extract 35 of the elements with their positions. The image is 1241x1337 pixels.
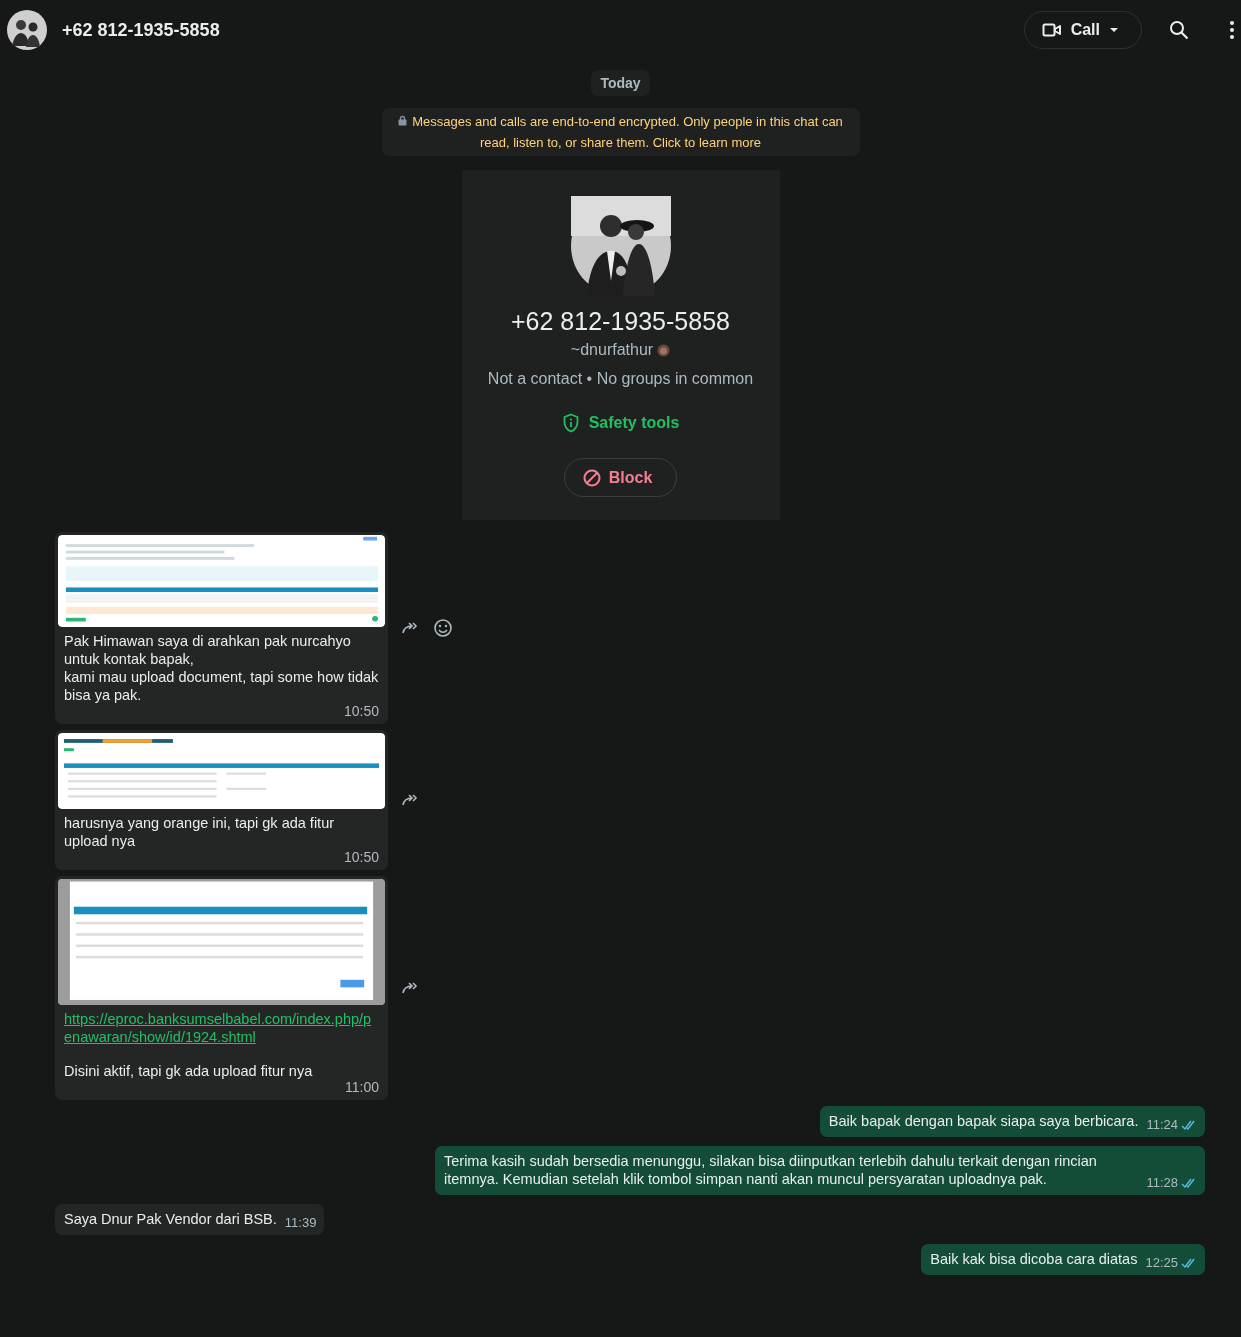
message-text: Disini aktif, tapi gk ada upload fitur nya: [64, 1062, 314, 1080]
search-icon[interactable]: [1169, 20, 1189, 40]
emoji-icon: [657, 343, 671, 357]
forward-icon[interactable]: [401, 981, 419, 995]
message-text: Baik kak bisa dicoba cara diatas: [930, 1250, 1138, 1268]
forward-icon[interactable]: [401, 621, 419, 635]
video-camera-icon: [1041, 22, 1062, 38]
caret-icon: [1109, 27, 1119, 33]
forward-icon[interactable]: [401, 793, 419, 807]
lock-icon: [398, 115, 408, 126]
message-time: 11:24: [1146, 1116, 1178, 1134]
message-time: 11:28: [1146, 1174, 1178, 1192]
contact-phone: +62 812-1935-5858: [511, 307, 730, 336]
message-time: 11:00: [345, 1078, 379, 1096]
block-icon: [582, 468, 601, 487]
message-text: harusnya yang orange ini, tapi gk ada fitur upload nya: [64, 814, 336, 850]
message-time: 10:50: [343, 848, 379, 866]
menu-icon[interactable]: [1229, 20, 1235, 40]
message-link[interactable]: https://eproc.banksumselbabel.com/index.php/penawaran/show/id/1924.shtml: [64, 1010, 379, 1046]
message-text: Pak Himawan saya di arahkan pak nurcahyo untuk kontak bapak, kami mau upload document, tapi some how tidak bisa ya pak.: [64, 632, 379, 704]
emoji-icon[interactable]: [433, 618, 453, 638]
message-text: Baik bapak dengan bapak siapa saya berbicara.: [828, 1112, 1139, 1130]
encryption-notice[interactable]: Messages and calls are end-to-end encrypted. Only people in this chat can read, listen to, or share them. Click to learn more: [381, 108, 860, 156]
avatar-icon[interactable]: [7, 10, 47, 50]
contact-title: +62 812-1935-5858: [62, 19, 220, 41]
message-time: 10:50: [343, 702, 379, 720]
contact-username: ~dnurfathur: [570, 341, 671, 359]
message-text: Saya Dnur Pak Vendor dari BSB.: [64, 1210, 277, 1228]
date-chip: Today: [591, 70, 650, 96]
shield-icon: [561, 413, 580, 433]
message-time: 12:25: [1145, 1254, 1178, 1272]
safety-tools-button[interactable]: Safety tools: [555, 412, 686, 434]
message-time: 11:39: [284, 1214, 317, 1232]
contact-status: Not a contact • No groups in common: [487, 370, 754, 388]
message-text: Terima kasih sudah bersedia menunggu, silakan bisa diinputkan terlebih dahulu terkait dengan rincian itemnya. Kemudian setelah klik tombol simpan nanti akan muncul persyaratan uploadnya pak.: [444, 1152, 1098, 1188]
